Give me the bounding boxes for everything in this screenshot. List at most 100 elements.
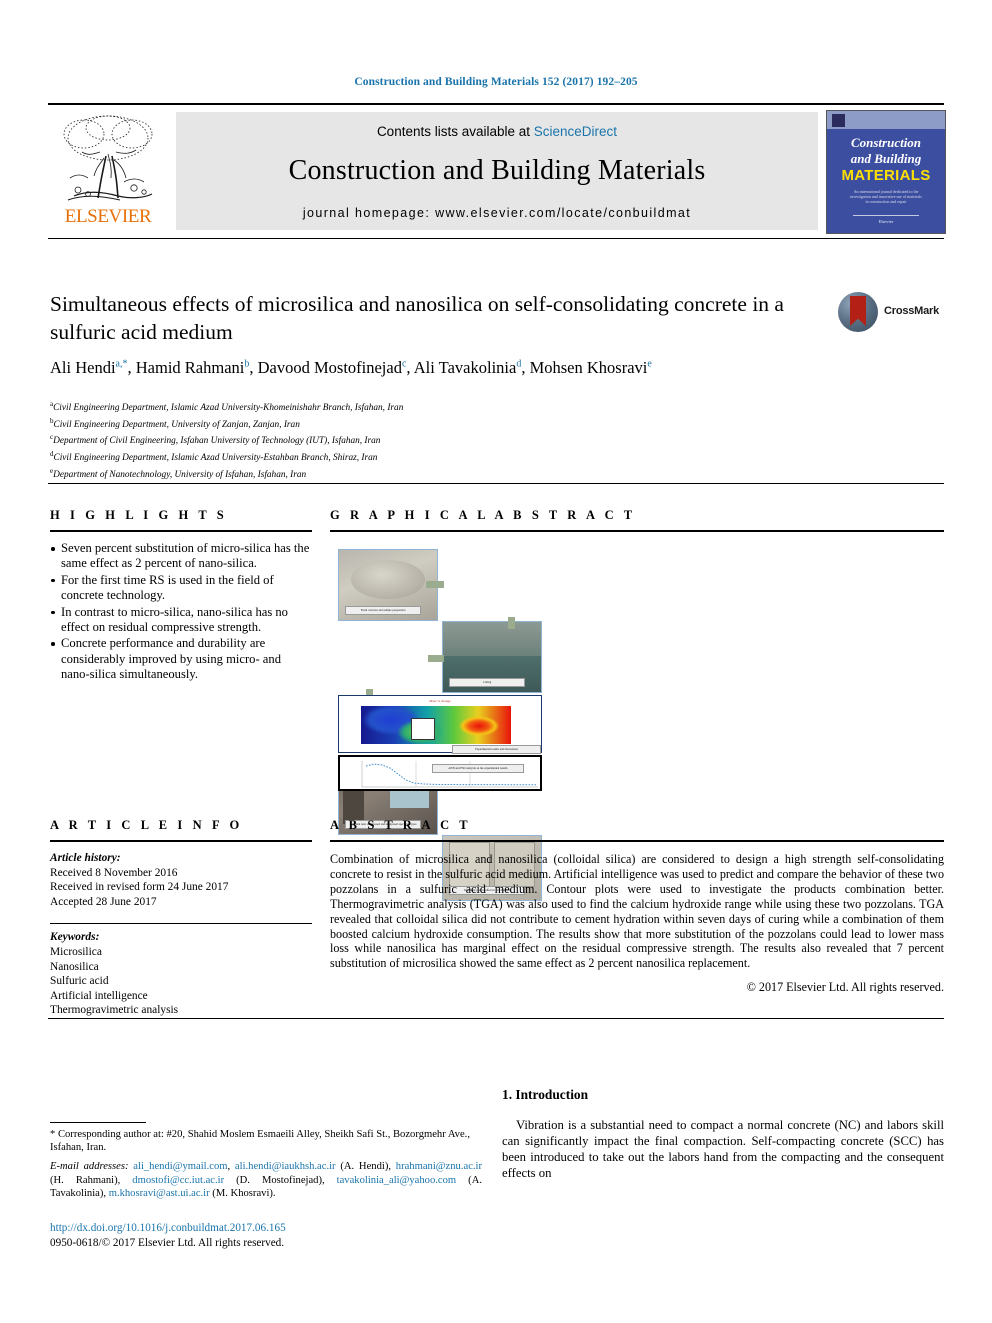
keywords-rule <box>50 923 312 925</box>
running-head: Construction and Building Materials 152 … <box>354 76 638 88</box>
author-affiliation-mark: a,* <box>115 358 128 370</box>
crossmark-label: CrossMark <box>884 305 940 317</box>
email-owner: , <box>227 1161 235 1172</box>
author-affiliation-mark: b <box>244 358 250 370</box>
email-addresses-label: E-mail addresses: <box>50 1161 134 1172</box>
keyword-item: Thermogravimetric analysis <box>50 1004 179 1017</box>
footnote-rule <box>50 1122 146 1123</box>
affiliation-item: dCivil Engineering Department, Islamic A… <box>50 450 378 464</box>
author-name: Davood Mostofinejad <box>257 358 402 377</box>
cover-divider <box>853 215 919 216</box>
affiliation-list: aCivil Engineering Department, Islamic A… <box>50 398 650 481</box>
affiliation-item: cDepartment of Civil Engineering, Isfaha… <box>50 433 381 447</box>
article-history-item: Received in revised form 24 June 2017 <box>50 881 229 894</box>
highlight-item: Concrete performance and durability are … <box>50 636 312 682</box>
contents-available-line: Contents lists available at ScienceDirec… <box>176 124 818 139</box>
keyword-item: Microsilica <box>50 945 102 958</box>
email-owner: (H. Rahmani), <box>50 1174 133 1186</box>
keyword-item: Artificial intelligence <box>50 989 148 1002</box>
ga-arrow-2 <box>508 617 515 629</box>
contents-prefix: Contents lists available at <box>376 124 534 139</box>
header-separator-rule <box>48 483 944 484</box>
author-affiliation-mark: d <box>516 358 522 370</box>
ga-contour-field <box>361 706 511 744</box>
ga-contour-title: Mass % change <box>429 699 451 703</box>
email-link[interactable]: tavakolinia_ali@yahoo.com <box>337 1175 457 1186</box>
masthead-bottom-rule <box>48 238 944 239</box>
ga-tga-curve <box>361 761 538 788</box>
email-link[interactable]: dmostofi@cc.iut.ac.ir <box>132 1175 224 1186</box>
ga-panel-contour: Mass % change Experimental results and d… <box>338 695 542 754</box>
ga-panel-photo-2: Curing <box>442 621 542 693</box>
cover-subtitle: An international journal dedicated to th… <box>850 189 922 204</box>
cover-publisher: Elsevier <box>878 219 894 224</box>
journal-cover-thumbnail: Construction and Building MATERIALS An i… <box>826 110 946 234</box>
graphical-abstract-figure: Fresh concrete and sample preparation Cu… <box>330 543 546 901</box>
abstract-block: A B S T R A C T Combination of microsili… <box>330 818 944 995</box>
masthead-top-rule <box>48 103 944 105</box>
affiliation-item: bCivil Engineering Department, Universit… <box>50 416 300 430</box>
article-info-heading: A R T I C L E I N F O <box>50 818 243 832</box>
email-link[interactable]: ali_hendi@ymail.com <box>133 1161 227 1172</box>
article-history: Article history: Received 8 November 201… <box>50 851 312 909</box>
issn-copyright: 0950-0618/© 2017 Elsevier Ltd. All right… <box>50 1237 285 1249</box>
author-name: Mohsen Khosravi <box>529 358 648 377</box>
email-owner: (M. Khosravi). <box>209 1188 276 1200</box>
graphical-abstract-heading: G R A P H I C A L A B S T R A C T <box>330 508 636 522</box>
email-link[interactable]: m.khosravi@ast.ui.ac.ir <box>109 1188 210 1199</box>
crossmark-icon <box>838 292 878 332</box>
article-history-items: Received 8 November 2016 Received in revi… <box>50 866 312 910</box>
keyword-item: Sulfuric acid <box>50 975 109 988</box>
journal-homepage[interactable]: journal homepage: www.elsevier.com/locat… <box>176 206 818 220</box>
left-column: H I G H L I G H T S Seven percent substi… <box>50 508 312 684</box>
email-owner: (D. Mostofinejad), <box>224 1174 337 1186</box>
abstract-heading: A B S T R A C T <box>330 818 472 832</box>
keywords-label: Keywords: <box>50 931 100 944</box>
masthead-center: Contents lists available at ScienceDirec… <box>176 112 818 230</box>
ga-caption-5: Experimental results and discussions <box>452 745 541 754</box>
highlights-heading: H I G H L I G H T S <box>50 508 228 522</box>
elsevier-wordmark: ELSEVIER <box>64 206 152 227</box>
highlights-rule <box>50 530 312 532</box>
introduction-text: Vibration is a substantial need to compa… <box>502 1118 944 1180</box>
author-name: Hamid Rahmani <box>135 358 245 377</box>
right-column: G R A P H I C A L A B S T R A C T Fresh … <box>330 508 944 901</box>
affiliation-item: aCivil Engineering Department, Islamic A… <box>50 400 404 414</box>
article-info-block: A R T I C L E I N F O Article history: R… <box>50 818 312 1018</box>
crossmark-badge[interactable]: CrossMark <box>838 292 942 334</box>
author-affiliation-mark: e <box>647 358 652 370</box>
abstract-bottom-rule <box>48 1018 944 1019</box>
journal-title: Construction and Building Materials <box>288 155 706 186</box>
ga-panel-tga: ANN and PSO analysis on the experimental… <box>338 755 542 791</box>
ga-caption-6: ANN and PSO analysis on the experimental… <box>432 764 524 773</box>
cover-title-line-2: and Building <box>850 151 922 166</box>
highlight-item: In contrast to micro-silica, nano-silica… <box>50 605 312 636</box>
author-list: Ali Hendia,*, Hamid Rahmanib, Davood Mos… <box>50 358 652 377</box>
page-title: Simultaneous effects of microsilica and … <box>50 292 784 344</box>
abstract-copyright: © 2017 Elsevier Ltd. All rights reserved… <box>746 980 944 995</box>
article-info-rule <box>50 840 312 842</box>
email-link[interactable]: ali.hendi@iaukhsh.ac.ir <box>235 1161 336 1172</box>
ga-panel-photo-1: Fresh concrete and sample preparation <box>338 549 438 621</box>
affiliation-item: eDepartment of Nanotechnology, Universit… <box>50 466 307 480</box>
sciencedirect-link[interactable]: ScienceDirect <box>534 124 617 139</box>
introduction-heading: 1. Introduction <box>502 1087 589 1102</box>
author-name: Ali Hendi <box>50 358 116 377</box>
ga-arrow-1 <box>426 581 444 588</box>
ga-arrow-3 <box>428 655 444 662</box>
email-link[interactable]: hrahmani@znu.ac.ir <box>396 1161 482 1172</box>
highlight-item: Seven percent substitution of micro-sili… <box>50 541 312 572</box>
elsevier-tree-icon <box>63 115 153 201</box>
article-history-item: Received 8 November 2016 <box>50 866 178 879</box>
abstract-rule <box>330 840 944 842</box>
email-owner: (A. Hendi), <box>335 1161 396 1172</box>
keywords-block: Keywords: Microsilica Nanosilica Sulfuric … <box>50 930 312 1018</box>
ga-caption-1: Fresh concrete and sample preparation <box>344 606 422 615</box>
journal-masthead: ELSEVIER Contents lists available at Sci… <box>48 110 946 234</box>
ga-contour-legend <box>411 718 435 740</box>
email-addresses-note: E-mail addresses: ali_hendi@ymail.com, a… <box>50 1160 482 1201</box>
elsevier-logo: ELSEVIER <box>48 110 168 232</box>
ga-caption-2: Curing <box>448 678 526 687</box>
doi-link[interactable]: http://dx.doi.org/10.1016/j.conbuildmat.… <box>50 1222 286 1234</box>
keywords-items: Microsilica Nanosilica Sulfuric acid Artifi… <box>50 945 312 1018</box>
